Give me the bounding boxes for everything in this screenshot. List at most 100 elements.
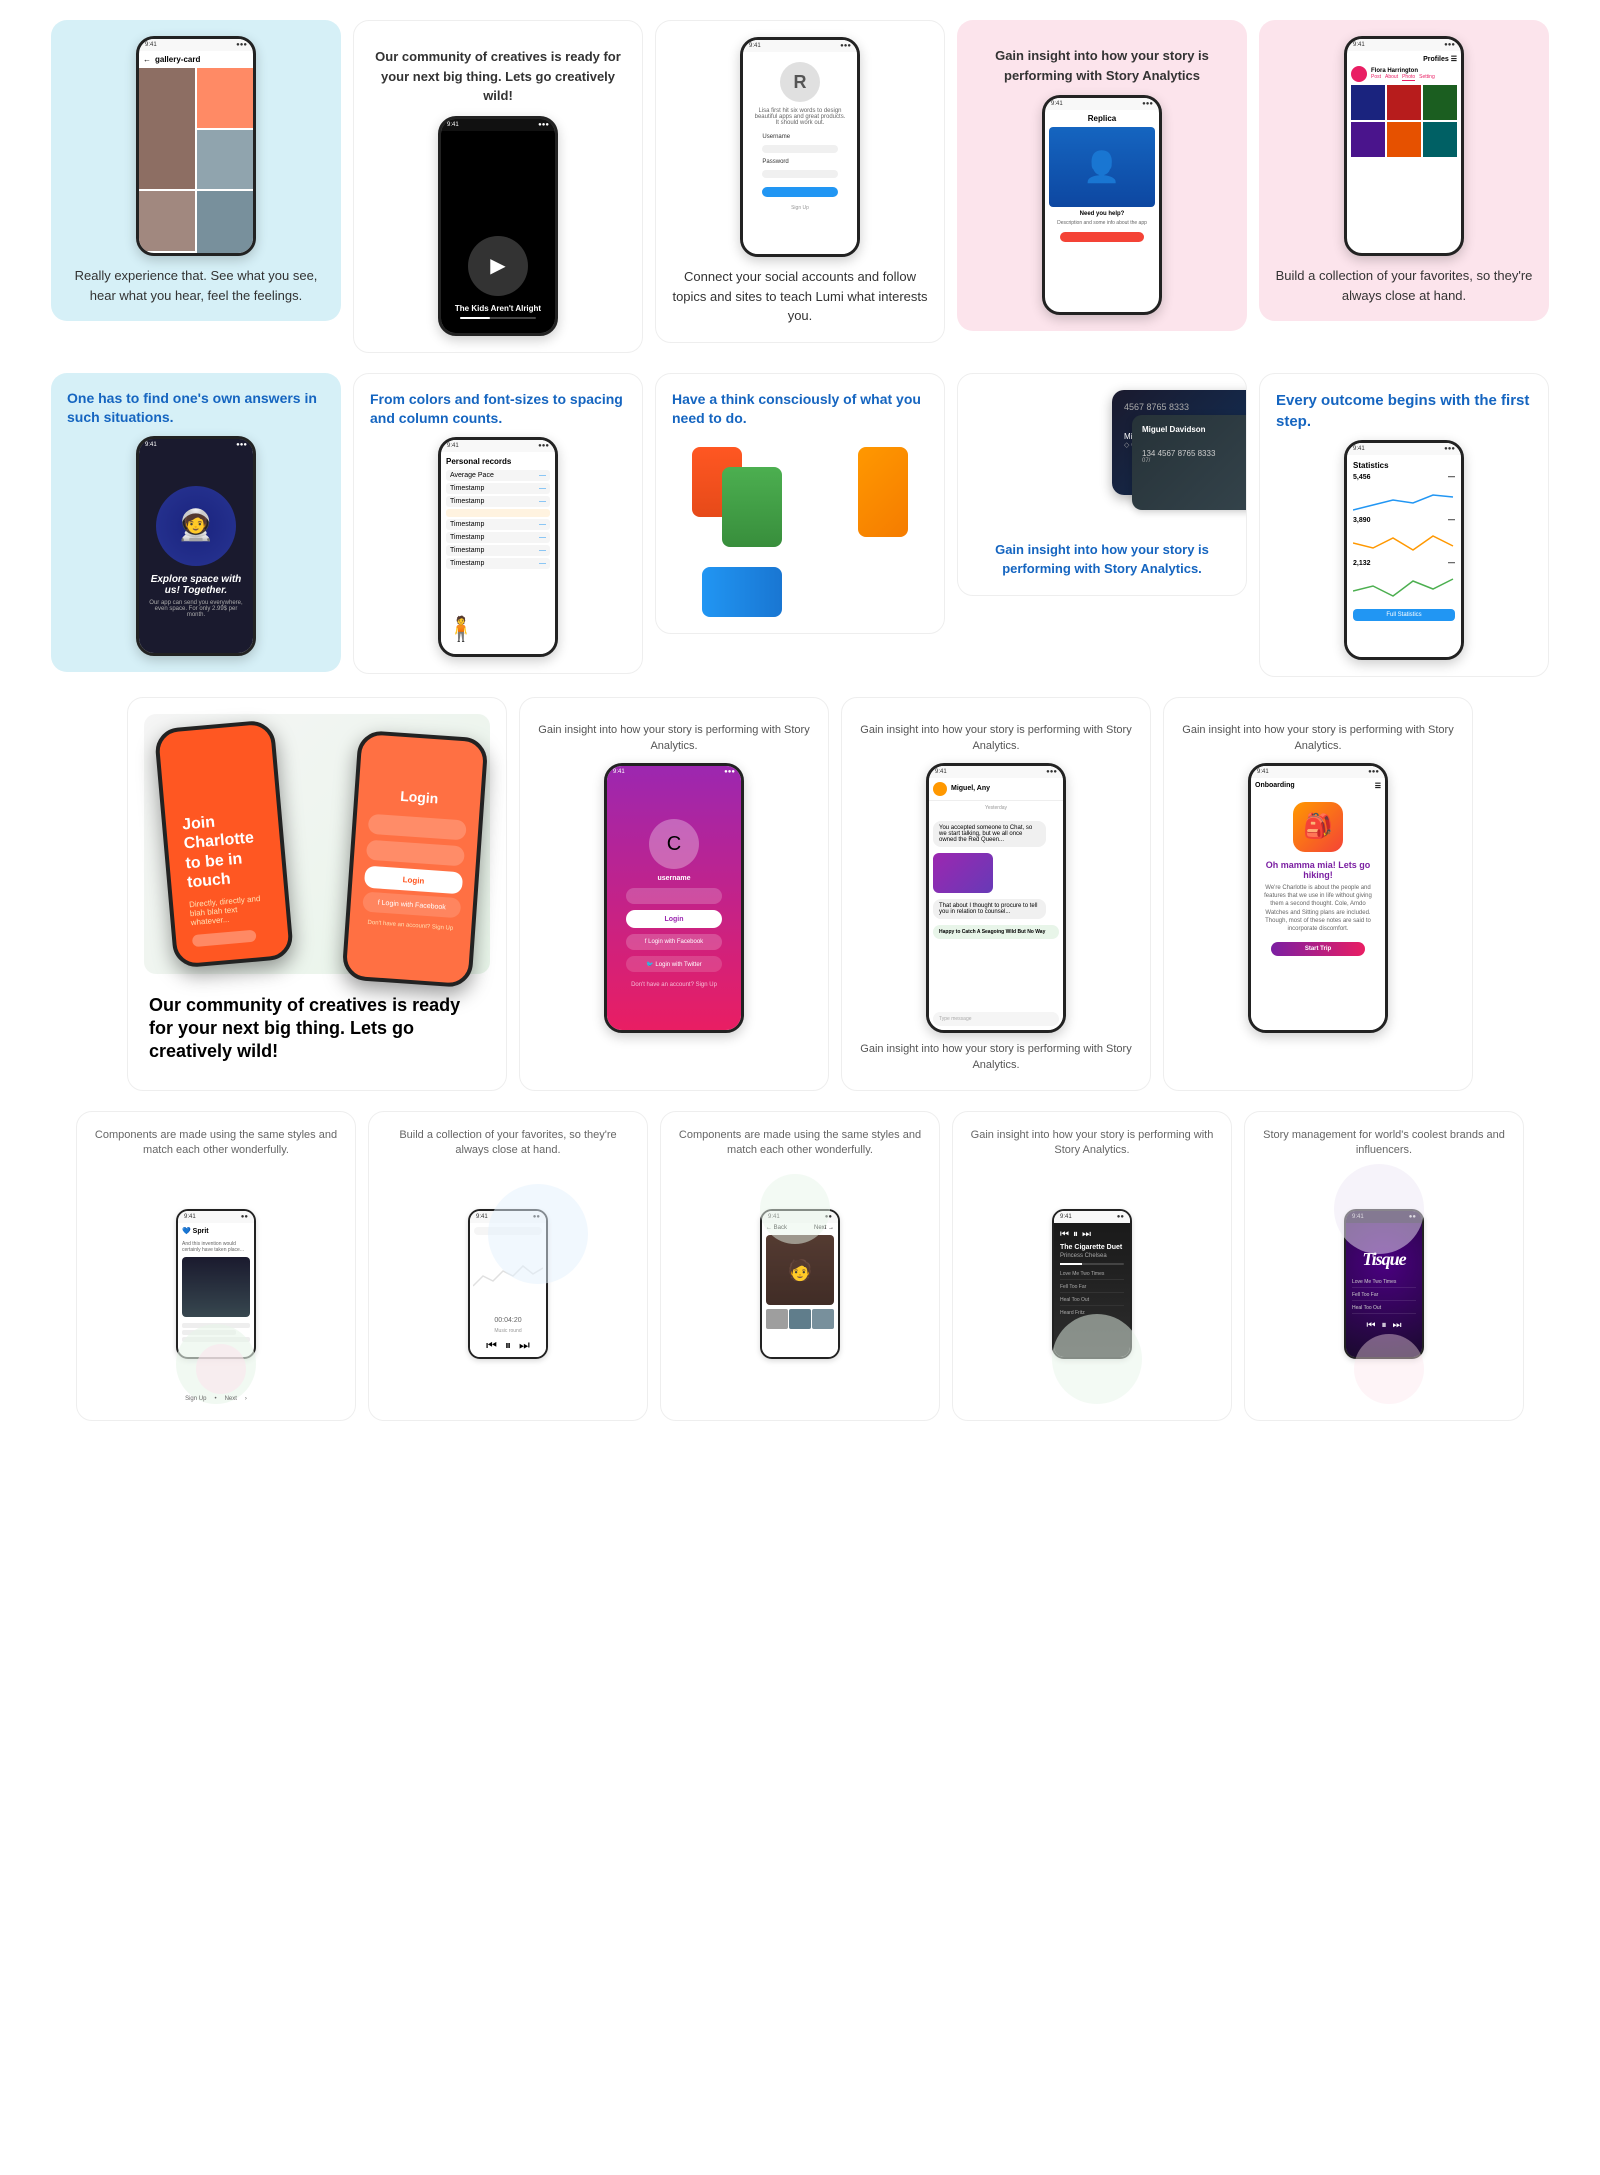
stats-card: Every outcome begins with the first step… bbox=[1259, 373, 1549, 677]
spaceman-screen: 9:41 ●●● 🧑‍🚀 Explore space with us! Toge… bbox=[139, 439, 253, 653]
play-button[interactable]: ▶ bbox=[468, 236, 528, 296]
twitter-login[interactable]: 🐦 Login with Twitter bbox=[626, 956, 723, 972]
app-icon: C bbox=[649, 819, 699, 869]
phones-area: Join Charlotte to be in touch Directly, … bbox=[144, 714, 490, 974]
thumb-2 bbox=[789, 1309, 811, 1329]
track-2[interactable]: Fell Too Far bbox=[1060, 1282, 1124, 1293]
find-answers-card: One has to find one's own answers in suc… bbox=[51, 373, 341, 672]
think-text: Have a think consciously of what you nee… bbox=[672, 390, 928, 429]
join-text: Join Charlotte to be in touch bbox=[181, 808, 267, 891]
song-name: The Cigarette Duet bbox=[1060, 1244, 1124, 1251]
big-phones-card: Join Charlotte to be in touch Directly, … bbox=[127, 697, 507, 1091]
signup-link[interactable]: Sign Up bbox=[791, 205, 809, 211]
chat-header: Miguel, Any bbox=[929, 778, 1063, 801]
records-phone: 9:41 ●●● Personal records Average Pace— … bbox=[438, 437, 558, 657]
app1-area: 9:41 ●● 💙 Sprit And this invention would… bbox=[176, 1164, 256, 1404]
fb-login[interactable]: f Login with Facebook bbox=[626, 934, 723, 950]
status-bar: 9:41 ●●● bbox=[1347, 443, 1461, 455]
stats-content: Statistics 5,456 — 3,890 — bbox=[1347, 455, 1461, 627]
stat-3: 2,132 — bbox=[1353, 560, 1455, 567]
profiles-phone: 9:41 ●●● Profiles ☰ Flora Harrington Pos… bbox=[1344, 36, 1464, 256]
progress bbox=[1060, 1263, 1124, 1265]
start-btn[interactable]: Start Trip bbox=[1271, 942, 1365, 956]
input-field[interactable] bbox=[192, 929, 257, 947]
t1[interactable]: Love Me Two Times bbox=[1352, 1277, 1416, 1288]
row-4: Components are made using the same style… bbox=[20, 1111, 1580, 1422]
stat-1: 5,456 — bbox=[1353, 474, 1455, 481]
app-screen-4-card: Gain insight into how your story is perf… bbox=[952, 1111, 1232, 1422]
analytics-phone: 9:41 ●●● Replica 👤 Need you help? Descri… bbox=[1042, 95, 1162, 315]
find-answers-text: One has to find one's own answers in suc… bbox=[67, 389, 325, 428]
card-number-top: 4567 8765 8333 bbox=[1124, 402, 1247, 412]
photo-grid bbox=[1351, 85, 1457, 157]
record-item: Timestamp— bbox=[446, 558, 550, 569]
signup-text[interactable]: Don't have an account? Sign Up bbox=[367, 919, 453, 931]
t3[interactable]: Heal Too Out bbox=[1352, 1303, 1416, 1314]
gallery-cell-5 bbox=[197, 191, 253, 253]
gallery-grid bbox=[139, 68, 253, 253]
stats-title: Statistics bbox=[1353, 461, 1455, 470]
tab-row: Post About Photo Setting bbox=[1371, 74, 1435, 81]
chat-avatar bbox=[933, 782, 947, 796]
record-item: Timestamp— bbox=[446, 483, 550, 494]
chart-3 bbox=[1353, 571, 1455, 601]
app4-area: 9:41 ●● ⏮ ⏸ ⏭ The Cigarette Duet Princes… bbox=[1052, 1164, 1132, 1404]
gallery-cell-4 bbox=[139, 191, 195, 251]
login-btn[interactable]: Login bbox=[364, 865, 463, 894]
next-btn[interactable] bbox=[1060, 232, 1145, 242]
msg-2: That about I thought to procure to tell … bbox=[933, 899, 1046, 919]
record-item: Timestamp— bbox=[446, 496, 550, 507]
t2[interactable]: Fell Too Far bbox=[1352, 1290, 1416, 1301]
username-label: username bbox=[657, 875, 690, 882]
username-field[interactable] bbox=[762, 145, 837, 153]
app1-label: Components are made using the same style… bbox=[93, 1128, 339, 1159]
login-content: C username Login f Login with Facebook 🐦… bbox=[607, 778, 741, 1030]
full-stats-btn[interactable]: Full Statistics bbox=[1353, 609, 1455, 621]
record-item: Average Pace— bbox=[446, 470, 550, 481]
app5-label: Story management for world's coolest bra… bbox=[1261, 1128, 1507, 1159]
chart-2 bbox=[1353, 528, 1455, 558]
status-bar: 9:41 ●●● bbox=[139, 39, 253, 51]
blob-purple bbox=[1334, 1164, 1424, 1254]
app-screen-5-card: Story management for world's coolest bra… bbox=[1244, 1111, 1524, 1422]
gallery-screen: 9:41 ●●● ← gallery-card bbox=[139, 39, 253, 253]
creatives-headline: Our community of creatives is ready for … bbox=[370, 47, 626, 106]
nav-bar: ← gallery-card bbox=[139, 51, 253, 68]
record-item: Timestamp— bbox=[446, 519, 550, 530]
analytics-screen: 9:41 ●●● Replica 👤 Need you help? Descri… bbox=[1045, 98, 1159, 312]
password-field[interactable] bbox=[762, 170, 837, 178]
app5-area: 9:41 ●● Tisque Love Me Two Times Fell To… bbox=[1344, 1164, 1424, 1404]
profiles-card-text: Build a collection of your favorites, so… bbox=[1275, 266, 1533, 305]
backpack-icon: 🎒 bbox=[1293, 802, 1343, 852]
login-button[interactable]: Login bbox=[626, 910, 723, 928]
fb-btn[interactable]: f Login with Facebook bbox=[362, 891, 461, 918]
colors-fonts-card: From colors and font-sizes to spacing an… bbox=[353, 373, 643, 674]
track-3[interactable]: Heal Too Out bbox=[1060, 1295, 1124, 1306]
photo-1 bbox=[1351, 85, 1385, 120]
signin-button[interactable] bbox=[762, 187, 837, 197]
right-phone: Login Login f Login with Facebook Don't … bbox=[341, 729, 488, 987]
login-field-2[interactable] bbox=[366, 839, 465, 866]
row-3: Join Charlotte to be in touch Directly, … bbox=[20, 697, 1580, 1091]
onboarding-phone: 9:41 ●●● Onboarding ☰ 🎒 Oh mamma mia! Le… bbox=[1248, 763, 1388, 1033]
reply-title: Happy to Catch A Seagoing Wild But No Wa… bbox=[939, 929, 1053, 935]
login-field-1[interactable] bbox=[368, 813, 467, 840]
timer: 00:04:20 bbox=[470, 1313, 546, 1328]
username-input[interactable] bbox=[626, 888, 723, 904]
card-expiry-front: 07/ bbox=[1142, 458, 1247, 464]
song-title: The Kids Aren't Alright bbox=[455, 304, 541, 313]
create-account[interactable]: Don't have an account? Sign Up bbox=[631, 982, 717, 988]
track-1[interactable]: Love Me Two Times bbox=[1060, 1269, 1124, 1280]
blob-blue bbox=[488, 1184, 588, 1284]
row-2: One has to find one's own answers in suc… bbox=[20, 373, 1580, 677]
card-number-front: 134 4567 8765 8333 bbox=[1142, 449, 1247, 458]
gallery-cell-1 bbox=[139, 68, 195, 189]
creatives-card: Our community of creatives is ready for … bbox=[353, 20, 643, 353]
chat-headline: Gain insight into how your story is perf… bbox=[858, 722, 1134, 755]
connect-phone: 9:41 ●●● R Lisa first hit six words to d… bbox=[740, 37, 860, 257]
illustration-area bbox=[672, 437, 928, 617]
app1-desc: And this invention would certainly have … bbox=[178, 1239, 254, 1255]
chat-name: Miguel, Any bbox=[951, 785, 990, 792]
chat-input[interactable]: Type message bbox=[933, 1012, 1059, 1026]
photo-2 bbox=[1387, 85, 1421, 120]
